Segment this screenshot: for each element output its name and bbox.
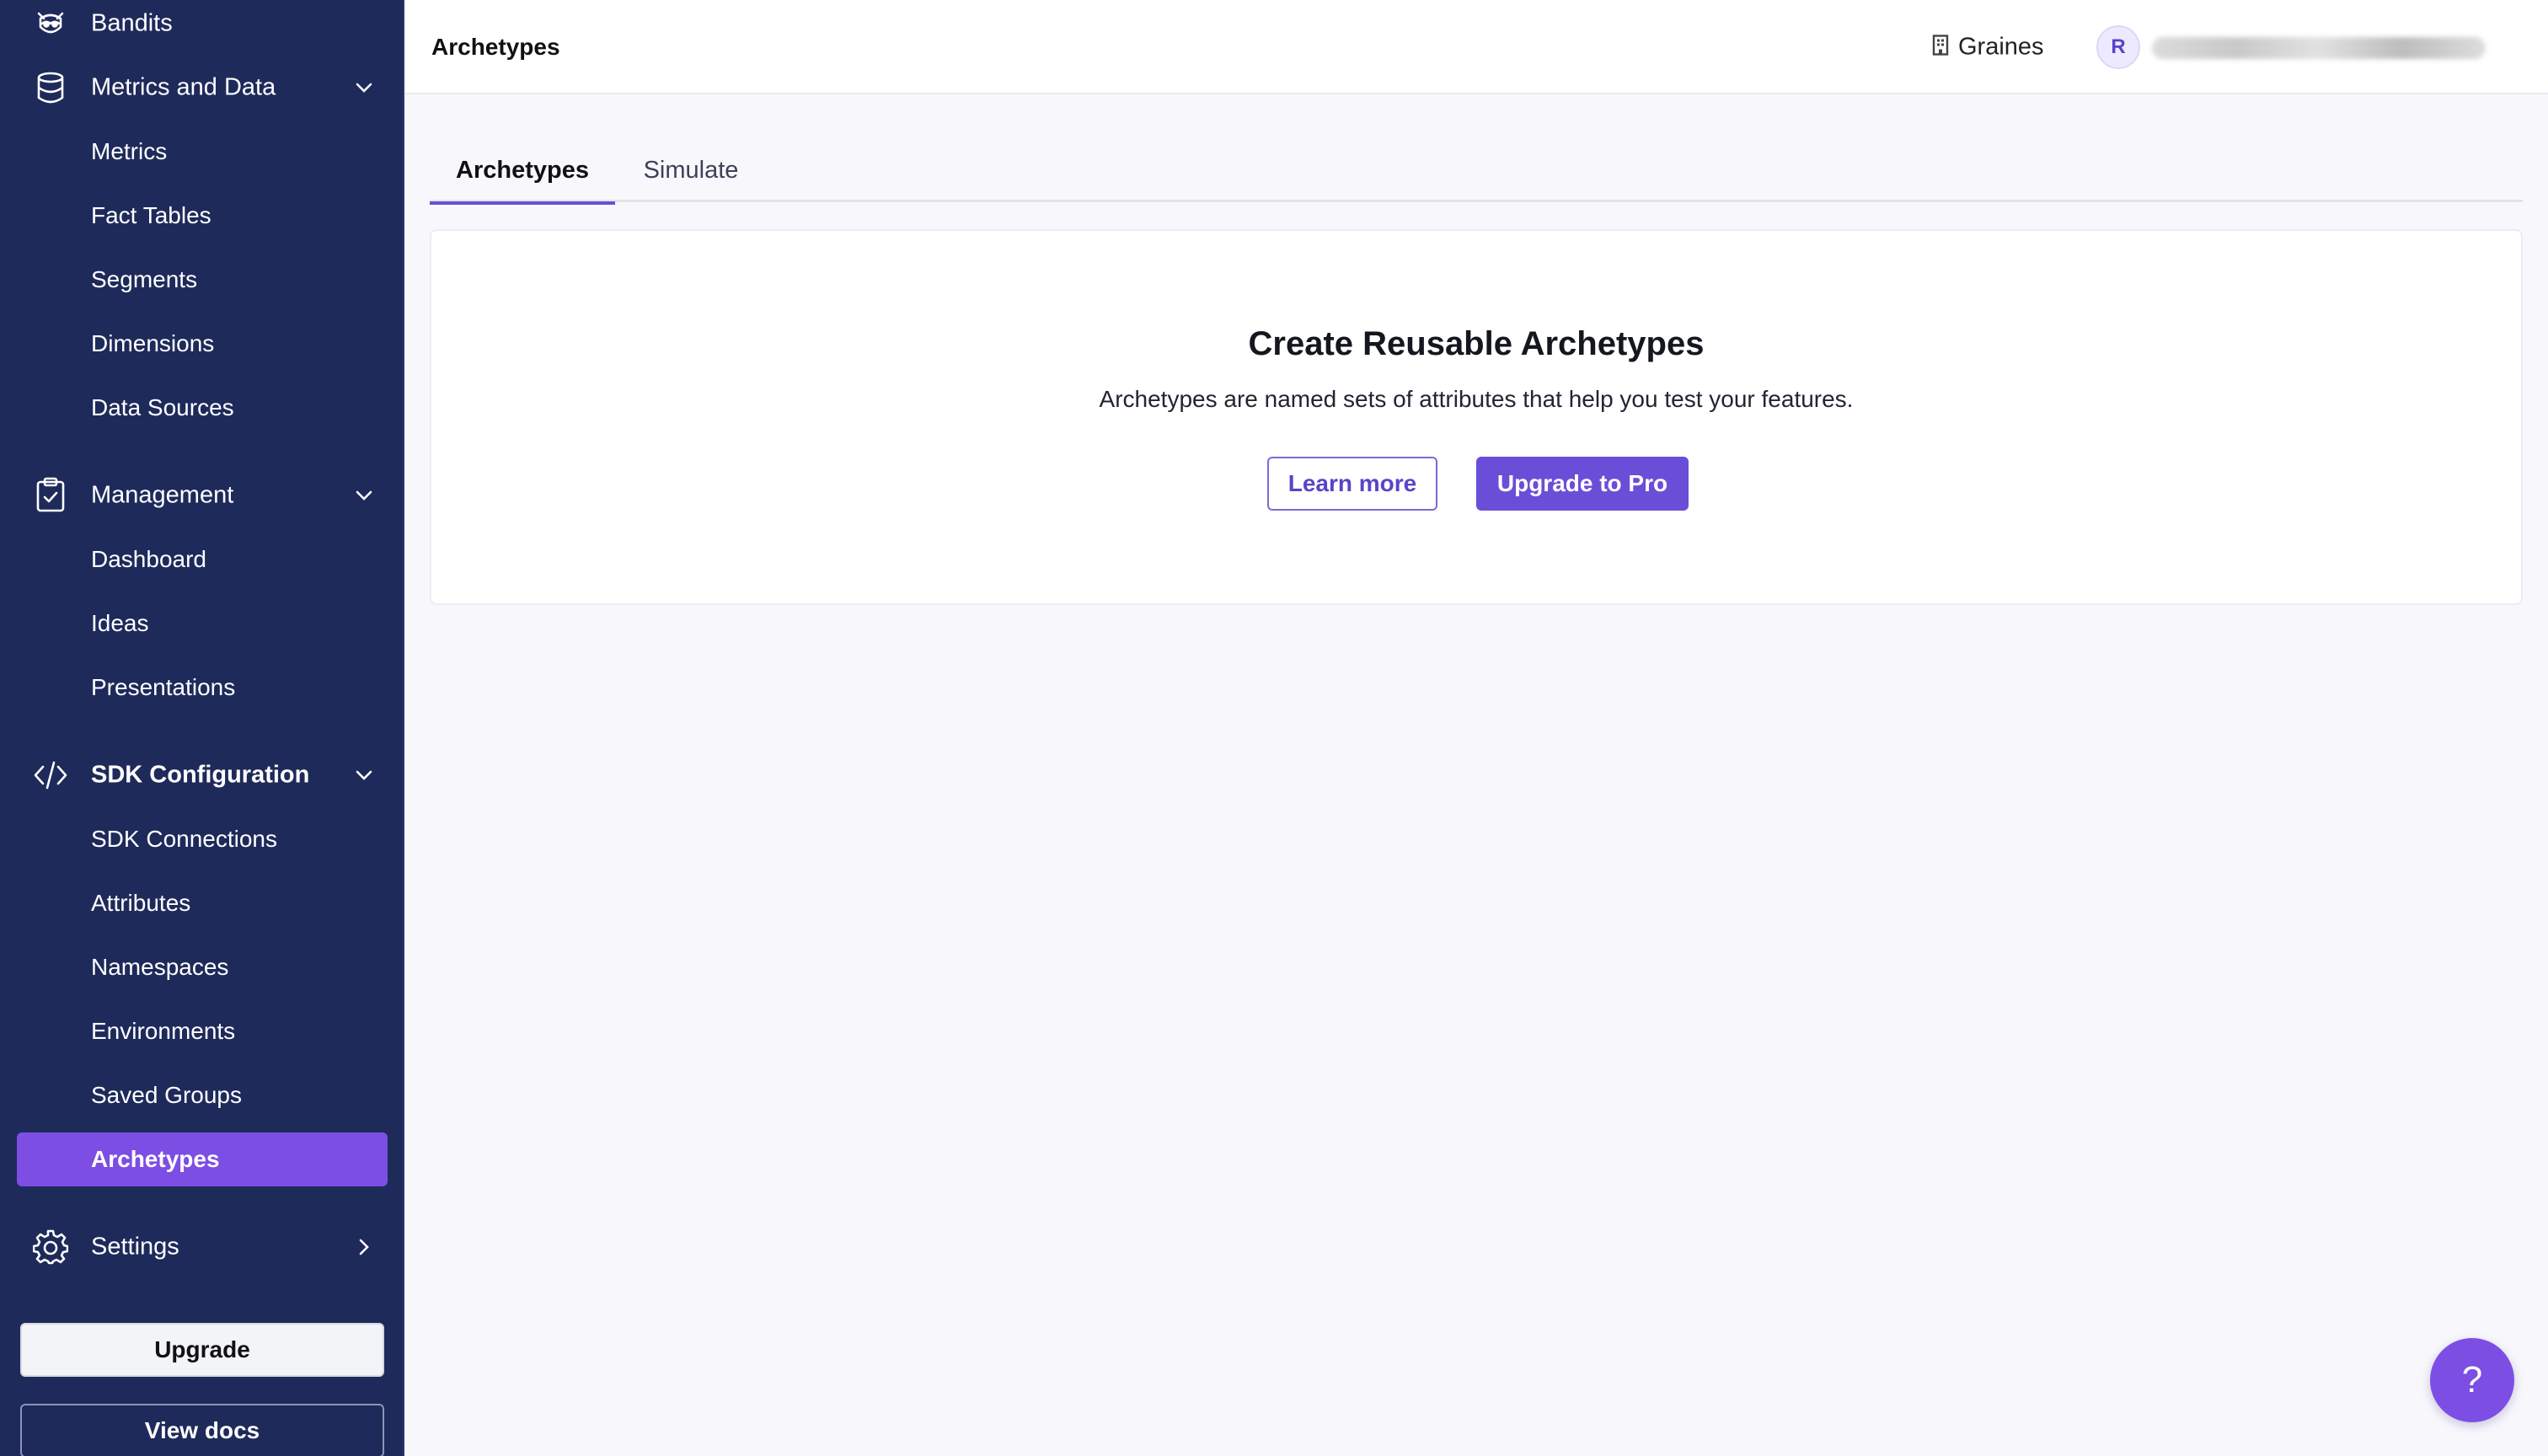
sidebar-item-environments[interactable]: Environments xyxy=(17,1004,388,1058)
sidebar-item-archetypes[interactable]: Archetypes xyxy=(17,1132,388,1186)
tab-simulate[interactable]: Simulate xyxy=(615,138,767,202)
chevron-down-icon xyxy=(352,76,376,99)
sidebar-group-management[interactable]: Management xyxy=(0,463,403,527)
code-icon xyxy=(32,757,69,794)
raccoon-icon xyxy=(32,5,69,42)
sidebar-item-label: Saved Groups xyxy=(91,1082,242,1108)
sidebar-item-label: Archetypes xyxy=(91,1146,220,1172)
empty-state-description: Archetypes are named sets of attributes … xyxy=(1099,386,1854,412)
question-mark-icon: ? xyxy=(2461,1359,2483,1400)
chevron-down-icon xyxy=(352,484,376,507)
upgrade-to-pro-button[interactable]: Upgrade to Pro xyxy=(1476,457,1689,511)
sidebar: Bandits Metrics and Data Metrics Fact Ta… xyxy=(0,0,404,1456)
sidebar-item-label: Presentations xyxy=(91,674,236,700)
learn-more-button[interactable]: Learn more xyxy=(1267,457,1437,511)
sidebar-item-label: Dashboard xyxy=(91,546,206,572)
user-avatar[interactable]: R xyxy=(2096,25,2140,69)
empty-state-card: Create Reusable Archetypes Archetypes ar… xyxy=(430,229,2523,605)
sidebar-item-label: Namespaces xyxy=(91,954,229,980)
sidebar-group-metrics-and-data[interactable]: Metrics and Data xyxy=(0,56,403,120)
sidebar-upgrade-button[interactable]: Upgrade xyxy=(20,1323,384,1377)
page-title: Archetypes xyxy=(431,34,560,60)
sidebar-group-sdk-configuration[interactable]: SDK Configuration xyxy=(0,743,403,807)
gear-icon xyxy=(32,1228,69,1266)
tab-archetypes[interactable]: Archetypes xyxy=(430,138,615,205)
sidebar-item-dimensions[interactable]: Dimensions xyxy=(17,317,388,371)
sidebar-item-attributes[interactable]: Attributes xyxy=(17,876,388,930)
sidebar-item-label: Environments xyxy=(91,1018,236,1044)
user-name-redacted[interactable] xyxy=(2152,37,2486,59)
chevron-down-icon xyxy=(352,763,376,787)
sidebar-item-label: Dimensions xyxy=(91,330,215,356)
help-button[interactable]: ? xyxy=(2430,1338,2514,1422)
sidebar-item-label: SDK Connections xyxy=(91,826,278,852)
sidebar-item-presentations[interactable]: Presentations xyxy=(17,661,388,715)
org-switcher[interactable]: Graines xyxy=(1931,34,2044,62)
top-bar: Archetypes Graines R xyxy=(404,0,2548,94)
app-root: Bandits Metrics and Data Metrics Fact Ta… xyxy=(0,0,2548,1456)
sidebar-item-label: Fact Tables xyxy=(91,202,211,228)
sidebar-item-metrics[interactable]: Metrics xyxy=(17,125,388,179)
sidebar-item-label: Metrics xyxy=(91,138,168,164)
sidebar-group-settings[interactable]: Settings xyxy=(0,1215,403,1279)
sidebar-item-namespaces[interactable]: Namespaces xyxy=(17,940,388,994)
sidebar-item-label: Ideas xyxy=(91,610,149,636)
building-icon xyxy=(1931,35,1950,61)
sidebar-group-label: Bandits xyxy=(91,9,173,37)
sidebar-group-label: Settings xyxy=(91,1233,179,1261)
empty-state-title: Create Reusable Archetypes xyxy=(1248,325,1705,362)
view-docs-button[interactable]: View docs xyxy=(20,1404,384,1456)
sidebar-item-sdk-connections[interactable]: SDK Connections xyxy=(17,812,388,866)
sidebar-group-label: Management xyxy=(91,481,234,509)
tab-bar: Archetypes Simulate xyxy=(430,138,2523,205)
sidebar-item-data-sources[interactable]: Data Sources xyxy=(17,381,388,435)
sidebar-item-label: Segments xyxy=(91,266,198,292)
sidebar-group-label: Metrics and Data xyxy=(91,73,276,101)
sidebar-item-dashboard[interactable]: Dashboard xyxy=(17,533,388,586)
tab-label: Simulate xyxy=(643,156,739,184)
sidebar-item-saved-groups[interactable]: Saved Groups xyxy=(17,1068,388,1122)
sidebar-group-bandits[interactable]: Bandits xyxy=(0,0,403,56)
sidebar-group-label: SDK Configuration xyxy=(91,761,310,789)
database-icon xyxy=(32,69,69,106)
tab-label: Archetypes xyxy=(456,156,589,184)
sidebar-item-label: Data Sources xyxy=(91,394,234,420)
sidebar-item-segments[interactable]: Segments xyxy=(17,253,388,307)
chevron-right-icon xyxy=(352,1235,376,1259)
sidebar-item-label: Attributes xyxy=(91,890,191,916)
sidebar-item-fact-tables[interactable]: Fact Tables xyxy=(17,189,388,243)
org-name: Graines xyxy=(1958,33,2044,61)
clipboard-check-icon xyxy=(32,477,69,514)
sidebar-item-ideas[interactable]: Ideas xyxy=(17,597,388,650)
